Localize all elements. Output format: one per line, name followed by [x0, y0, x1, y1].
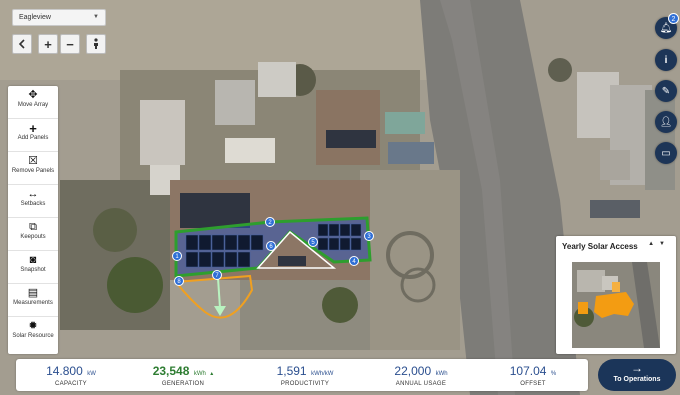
add-panels-tool[interactable]: + Add Panels [8, 119, 58, 152]
to-operations-label: To Operations [613, 376, 661, 383]
capacity-value: 14.800 [46, 364, 83, 378]
tool-label: Snapshot [20, 267, 46, 273]
segment-badge[interactable]: 2 [265, 217, 275, 227]
tools-panel: ✥ Move Array + Add Panels ☒ Remove Panel… [8, 86, 58, 354]
solar-access-heatmap-image [572, 262, 660, 348]
notifications-badge: 2 [668, 13, 679, 24]
chevron-down-icon[interactable]: ▼ [659, 241, 670, 247]
tool-label: Solar Resource [12, 333, 54, 339]
tool-label: Move Array [17, 102, 49, 108]
plus-icon: + [29, 121, 37, 136]
generation-unit: kWh [193, 371, 206, 377]
document-icon: ▭ [661, 147, 671, 159]
imagery-source-value: Eagleview [19, 14, 51, 21]
generation-stat[interactable]: 23,548 kWh ▴ GENERATION [128, 362, 238, 387]
annual-usage-label: ANNUAL USAGE [395, 381, 447, 387]
zoom-in-button[interactable]: + [38, 34, 58, 54]
to-operations-button[interactable]: → To Operations [598, 359, 676, 391]
offset-label: OFFSET [520, 381, 546, 387]
remove-box-icon: ☒ [28, 155, 38, 167]
bell-icon: 🔔︎ [659, 22, 673, 34]
ruler-icon: ▤ [27, 287, 39, 299]
back-button[interactable] [12, 34, 32, 54]
arrow-right-icon: → [631, 361, 643, 375]
tool-label: Remove Panels [11, 168, 55, 174]
move-array-tool[interactable]: ✥ Move Array [8, 86, 58, 119]
edit-button[interactable]: ✎ [655, 80, 677, 102]
minus-icon: − [66, 36, 74, 52]
solar-access-heatmap[interactable] [572, 262, 660, 348]
keepouts-tool[interactable]: ⧉ Keepouts [8, 218, 58, 251]
segment-badge[interactable]: 5 [308, 237, 318, 247]
segment-badge[interactable]: 7 [212, 270, 222, 280]
street-view-icon [94, 38, 98, 49]
imagery-source-select[interactable]: Eagleview ▼ [12, 9, 106, 26]
capacity-label: CAPACITY [55, 381, 87, 387]
document-button[interactable]: ▭ [655, 142, 677, 164]
street-view-button[interactable] [86, 34, 106, 54]
tool-label: Measurements [13, 300, 53, 306]
offset-value: 107.04 [509, 364, 547, 378]
generation-value: 23,548 [152, 364, 190, 378]
chevron-left-icon [18, 39, 25, 49]
plus-icon: + [44, 36, 52, 52]
tool-label: Add Panels [17, 135, 49, 141]
segment-badge[interactable]: 1 [172, 251, 182, 261]
segment-badge[interactable]: 6 [266, 241, 276, 251]
productivity-value: 1,591 [276, 364, 307, 378]
annual-usage-value: 22,000 [394, 364, 432, 378]
chevron-down-icon: ▼ [93, 14, 99, 20]
tool-label: Setbacks [20, 201, 46, 207]
generation-label: GENERATION [161, 381, 205, 387]
setbacks-tool[interactable]: ↔ Setbacks [8, 185, 58, 218]
productivity-stat: 1,591 kWh/kW PRODUCTIVITY [250, 362, 360, 387]
capacity-stat: 14.800 kW CAPACITY [16, 362, 126, 387]
keepout-icon: ⧉ [29, 221, 37, 233]
snapshot-tool[interactable]: ◙ Snapshot [8, 251, 58, 284]
sun-icon: ✹ [28, 320, 38, 332]
add-user-icon: 👤︎ [659, 116, 673, 128]
remove-panels-tool[interactable]: ☒ Remove Panels [8, 152, 58, 185]
productivity-label: PRODUCTIVITY [280, 381, 330, 387]
edit-icon: ✎ [661, 85, 671, 97]
camera-icon: ◙ [29, 254, 37, 266]
info-button[interactable]: i [655, 49, 677, 71]
yearly-solar-access-title: Yearly Solar Access [562, 242, 638, 251]
chevron-up-icon[interactable]: ▲ [648, 241, 659, 247]
zoom-out-button[interactable]: − [60, 34, 80, 54]
offset-stat: 107.04 % OFFSET [478, 362, 588, 387]
caret-up-icon: ▴ [210, 371, 214, 377]
horizontal-arrows-icon: ↔ [27, 188, 39, 200]
yearly-solar-access-nav: ▲▼ [648, 241, 670, 247]
tool-label: Keepouts [20, 234, 46, 240]
annual-usage-unit: kWh [435, 371, 448, 377]
segment-badge[interactable]: 4 [349, 256, 359, 266]
offset-unit: % [550, 371, 557, 377]
yearly-solar-access-card: Yearly Solar Access ▲▼ [556, 236, 676, 354]
info-icon: i [664, 54, 668, 66]
measurements-tool[interactable]: ▤ Measurements [8, 284, 58, 317]
annual-usage-stat[interactable]: 22,000 kWh ANNUAL USAGE [366, 362, 476, 387]
capacity-unit: kW [87, 371, 96, 377]
stats-bar: 14.800 kW CAPACITY 23,548 kWh ▴ GENERATI… [16, 359, 588, 391]
add-user-button[interactable]: 👤︎ [655, 111, 677, 133]
productivity-unit: kWh/kW [311, 371, 334, 377]
segment-badge[interactable]: 3 [364, 231, 374, 241]
solar-resource-tool[interactable]: ✹ Solar Resource [8, 317, 58, 354]
segment-badge[interactable]: 8 [174, 276, 184, 286]
move-icon: ✥ [28, 89, 38, 101]
